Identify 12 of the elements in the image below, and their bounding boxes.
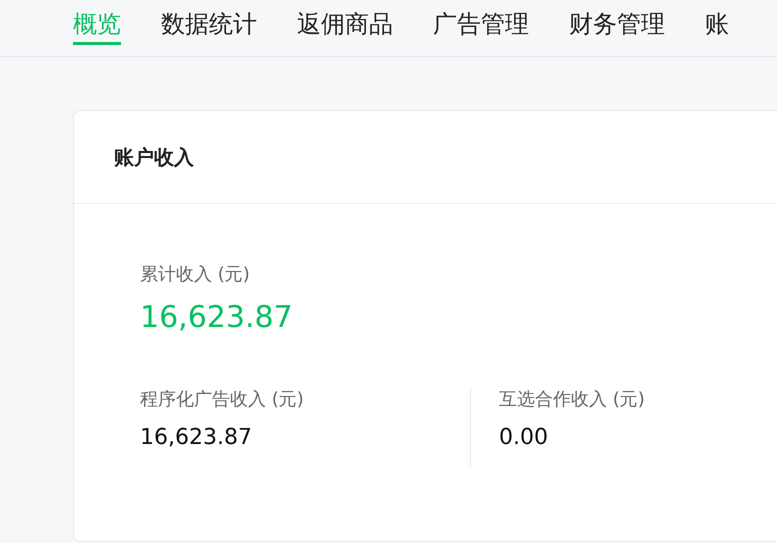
stat-label: 互选合作收入 (元) [499, 388, 646, 411]
stat-label: 累计收入 (元) [140, 263, 251, 286]
nav-tab[interactable]: 广告管理 [433, 0, 529, 45]
nav-tab[interactable]: 财务管理 [569, 0, 665, 45]
nav-tab[interactable]: 账 [705, 0, 729, 45]
stat-value: 0.00 [499, 425, 549, 450]
stat-value: 16,623.87 [140, 300, 294, 335]
nav-tab[interactable]: 返佣商品 [297, 0, 393, 45]
card-title: 账户收入 [114, 144, 194, 170]
stat-label: 程序化广告收入 (元) [140, 388, 305, 411]
nav-tab[interactable]: 数据统计 [161, 0, 257, 45]
stat-value: 16,623.87 [140, 425, 253, 450]
